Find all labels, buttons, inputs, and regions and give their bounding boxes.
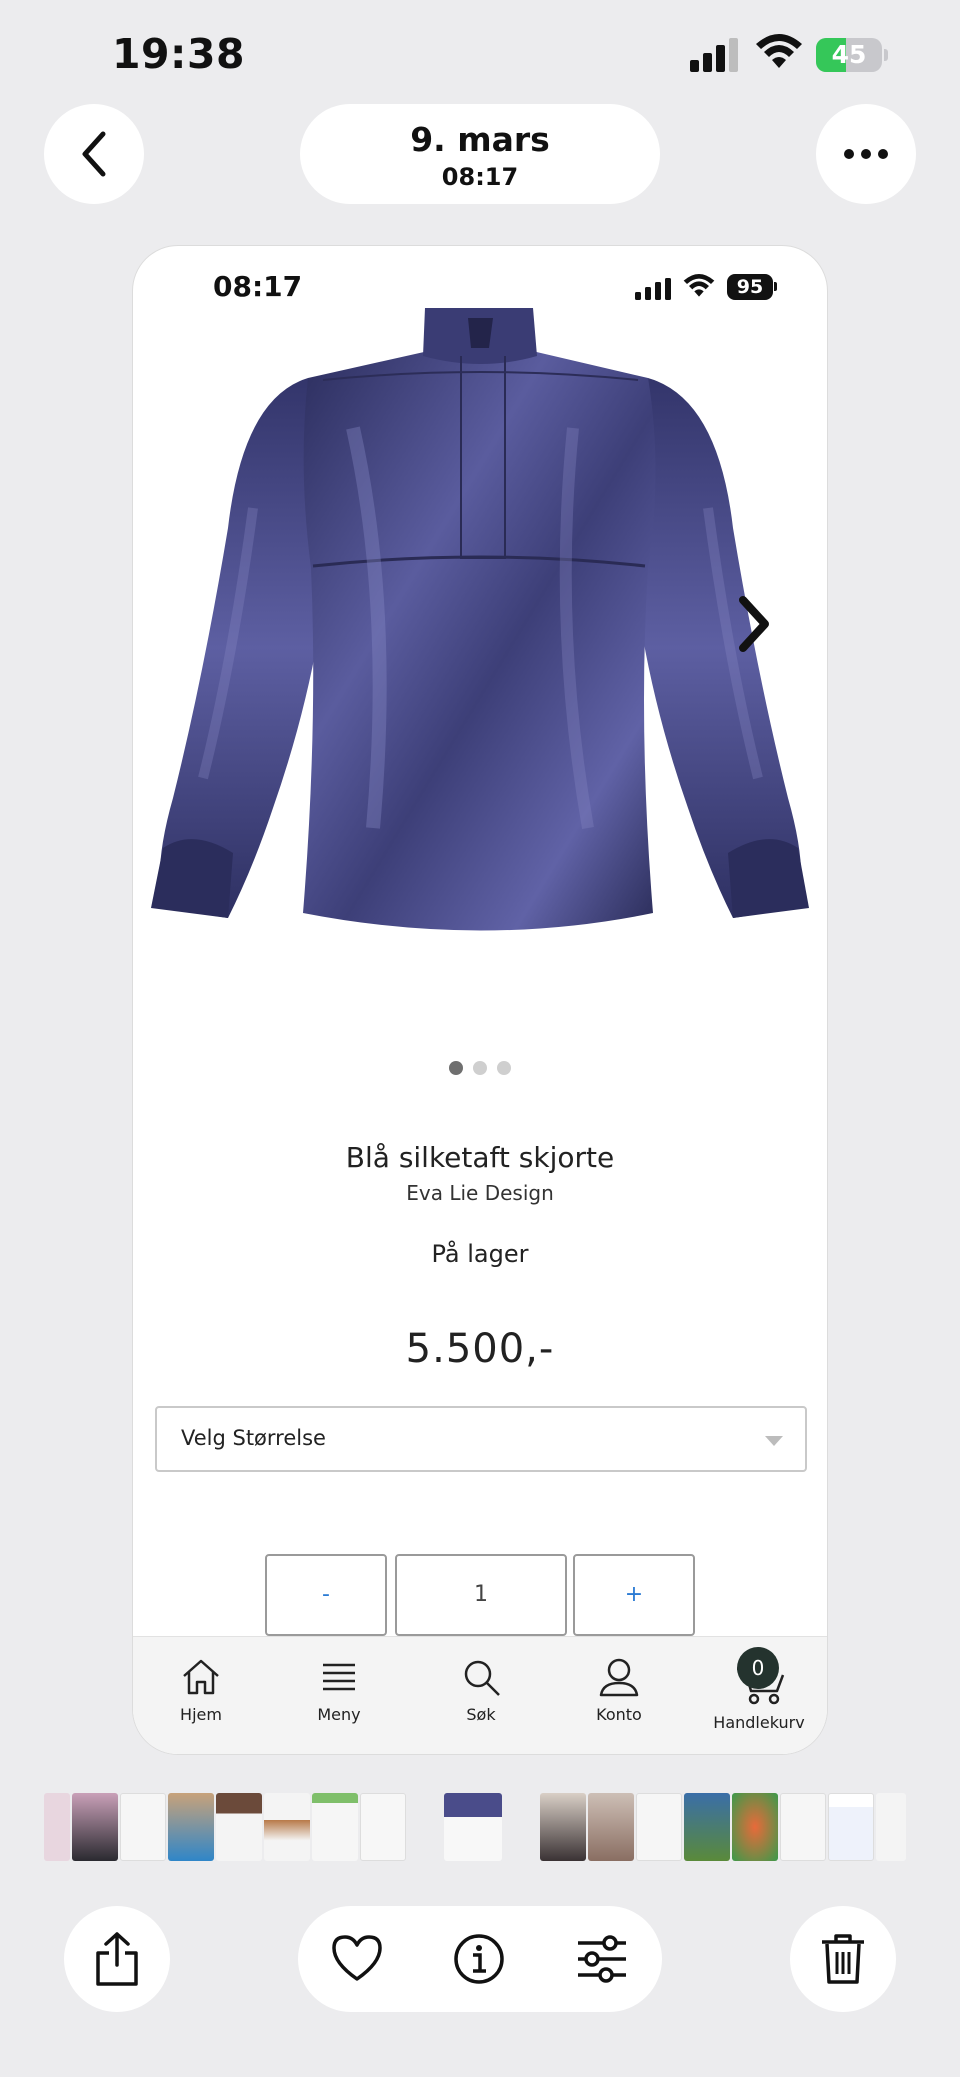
search-icon — [464, 1660, 500, 1696]
nav-label-search: Søk — [466, 1705, 496, 1724]
screenshot-battery-level: 95 — [736, 276, 764, 298]
share-button[interactable] — [64, 1906, 170, 2012]
photo-thumbnail[interactable] — [360, 1793, 406, 1861]
photo-thumbnail[interactable] — [312, 1793, 358, 1861]
stock-status: På lager — [431, 1240, 529, 1268]
photo-thumbnail-strip[interactable] — [44, 1793, 916, 1863]
photo-thumbnail[interactable] — [732, 1793, 778, 1861]
screenshot-status-time: 08:17 — [213, 270, 303, 303]
more-button[interactable] — [816, 104, 916, 204]
cart-icon-wrapper: 0 — [729, 1647, 789, 1707]
quantity-increase-button[interactable]: + — [573, 1554, 695, 1636]
photo-thumbnail[interactable] — [540, 1793, 586, 1861]
cart-count-badge: 0 — [737, 1647, 779, 1689]
heart-icon[interactable] — [330, 1933, 384, 1983]
cellular-signal-icon — [690, 38, 738, 72]
product-price: 5.500,- — [405, 1326, 555, 1372]
bottom-navigation: Hjem Meny Søk Konto 0 Handlekurv — [133, 1636, 827, 1754]
carousel-dot[interactable] — [449, 1061, 463, 1075]
screenshot-preview: 08:17 95 Blå silketaft skjorte Eva Lie D… — [132, 245, 828, 1755]
nav-item-home[interactable]: Hjem — [141, 1655, 261, 1724]
home-icon — [183, 1659, 219, 1695]
nav-item-cart[interactable]: 0 Handlekurv — [699, 1647, 819, 1732]
photo-thumbnail[interactable] — [216, 1793, 262, 1861]
account-icon — [599, 1658, 639, 1697]
chevron-down-icon — [765, 1436, 783, 1446]
carousel-dot[interactable] — [497, 1061, 511, 1075]
status-time: 19:38 — [112, 30, 246, 78]
photo-thumbnail[interactable] — [120, 1793, 166, 1861]
carousel-dot[interactable] — [473, 1061, 487, 1075]
photo-actions-pill — [298, 1906, 662, 2012]
chevron-left-icon — [82, 131, 106, 177]
photo-thumbnail[interactable] — [684, 1793, 730, 1861]
photo-thumbnail[interactable] — [44, 1793, 70, 1861]
photo-thumbnail[interactable] — [780, 1793, 826, 1861]
nav-label-cart: Handlekurv — [713, 1713, 805, 1732]
system-status-bar: 19:38 45 — [0, 0, 960, 100]
menu-icon — [323, 1663, 355, 1691]
ellipsis-icon — [844, 149, 888, 159]
photo-thumbnail[interactable] — [72, 1793, 118, 1861]
photo-thumbnail[interactable] — [636, 1793, 682, 1861]
carousel-pagination — [133, 1060, 827, 1079]
battery-cap — [774, 282, 777, 291]
nav-item-search[interactable]: Søk — [421, 1655, 541, 1724]
trash-icon — [822, 1934, 864, 1984]
photo-date: 9. mars — [410, 120, 550, 159]
nav-item-account[interactable]: Konto — [559, 1655, 679, 1724]
wifi-icon — [756, 34, 802, 68]
size-select-placeholder: Velg Størrelse — [181, 1426, 326, 1450]
battery-cap — [884, 49, 888, 61]
photo-thumbnail[interactable] — [168, 1793, 214, 1861]
nav-label-menu: Meny — [317, 1705, 361, 1724]
share-icon — [96, 1932, 138, 1986]
product-image[interactable] — [133, 308, 828, 1188]
photo-thumbnail[interactable] — [588, 1793, 634, 1861]
nav-item-menu[interactable]: Meny — [279, 1655, 399, 1724]
photo-time: 08:17 — [441, 163, 519, 191]
cellular-signal-icon — [635, 278, 671, 300]
photo-thumbnail[interactable] — [876, 1793, 906, 1861]
photo-thumbnail[interactable] — [264, 1793, 310, 1861]
battery-icon: 95 — [727, 274, 773, 300]
back-button[interactable] — [44, 104, 144, 204]
photo-date-pill: 9. mars 08:17 — [300, 104, 660, 204]
nav-label-home: Hjem — [180, 1705, 222, 1724]
battery-charging-icon: 45 — [816, 38, 882, 72]
size-select[interactable]: Velg Størrelse — [155, 1406, 807, 1472]
product-title: Blå silketaft skjorte — [345, 1141, 615, 1174]
product-brand[interactable]: Eva Lie Design — [133, 1181, 827, 1205]
quantity-decrease-button[interactable]: - — [265, 1554, 387, 1636]
photo-thumbnail-current[interactable] — [444, 1793, 502, 1861]
photo-thumbnail[interactable] — [828, 1793, 874, 1861]
wifi-icon — [683, 274, 715, 297]
battery-level: 45 — [831, 40, 867, 69]
nav-label-account: Konto — [596, 1705, 642, 1724]
sliders-icon[interactable] — [576, 1933, 628, 1985]
chevron-right-icon[interactable] — [735, 594, 771, 654]
quantity-input[interactable]: 1 — [395, 1554, 567, 1636]
delete-button[interactable] — [790, 1906, 896, 2012]
info-icon[interactable] — [453, 1933, 505, 1985]
